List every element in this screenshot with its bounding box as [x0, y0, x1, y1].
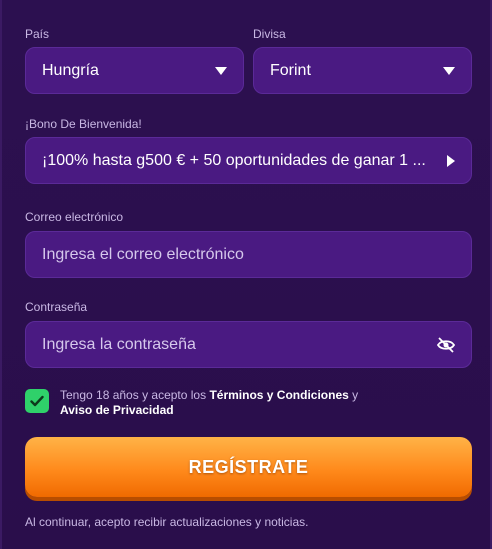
password-field[interactable]: Ingresa la contraseña [25, 321, 472, 368]
terms-text: Tengo 18 años y acepto los Términos y Co… [60, 388, 470, 418]
bonus-value: ¡100% hasta g500 € + 50 oportunidades de… [42, 151, 426, 169]
chevron-down-icon [215, 66, 227, 75]
country-value: Hungría [42, 61, 99, 79]
currency-select[interactable]: Forint [253, 47, 472, 94]
country-label: País [25, 27, 50, 41]
password-placeholder: Ingresa la contraseña [42, 335, 196, 353]
email-placeholder: Ingresa el correo electrónico [42, 245, 244, 263]
currency-value: Forint [270, 61, 311, 79]
email-label: Correo electrónico [25, 210, 124, 224]
terms-checkbox[interactable] [25, 389, 49, 413]
terms-text-part2: y [348, 388, 359, 402]
privacy-link[interactable]: Aviso de Privacidad [60, 403, 174, 417]
password-label: Contraseña [25, 300, 88, 314]
terms-text-part1: Tengo 18 años y acepto los [60, 388, 210, 402]
registration-form: País Hungría Divisa Forint ¡Bono De Bien… [0, 0, 492, 549]
currency-label: Divisa [253, 27, 286, 41]
chevron-right-icon [447, 154, 455, 167]
email-field[interactable]: Ingresa el correo electrónico [25, 231, 472, 278]
eye-off-icon[interactable] [437, 336, 455, 353]
footer-note: Al continuar, acepto recibir actualizaci… [25, 515, 309, 529]
terms-link[interactable]: Términos y Condiciones [209, 388, 348, 402]
register-button[interactable]: REGÍSTRATE [25, 437, 472, 497]
chevron-down-icon [443, 66, 455, 75]
bonus-label: ¡Bono De Bienvenida! [25, 117, 142, 131]
bonus-selector[interactable]: ¡100% hasta g500 € + 50 oportunidades de… [25, 137, 472, 184]
check-icon [30, 395, 44, 407]
country-select[interactable]: Hungría [25, 47, 244, 94]
